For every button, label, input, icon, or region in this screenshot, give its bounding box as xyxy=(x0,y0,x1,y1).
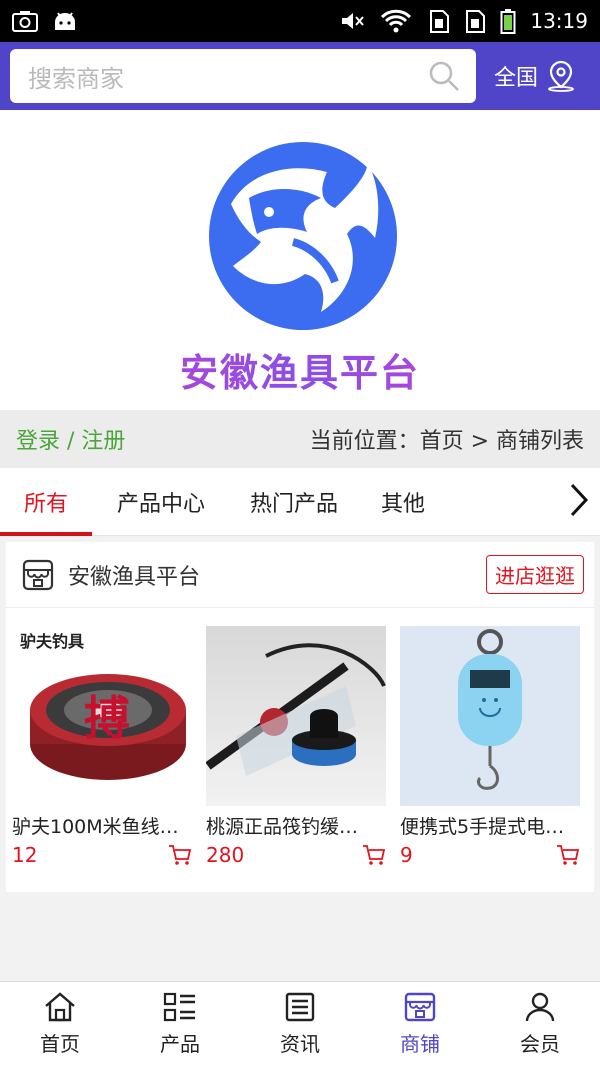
screenshot-icon xyxy=(12,11,38,32)
nav-news-label: 资讯 xyxy=(280,1032,320,1056)
breadcrumb-bar: 登录 / 注册 当前位置：首页 > 商铺列表 xyxy=(0,410,600,468)
brand-name: 安徽渔具平台 xyxy=(0,342,600,397)
product-item[interactable]: 便携式5手提式电… 9 xyxy=(400,626,580,867)
shop-header: 安徽渔具平台 进店逛逛 xyxy=(6,542,594,608)
breadcrumb: 当前位置：首页 > 商铺列表 xyxy=(309,429,584,454)
tab-other[interactable]: 其他 xyxy=(358,468,448,536)
sim2-icon xyxy=(466,10,486,33)
product-item[interactable]: 驴夫钓具 搏 驴夫100M米鱼线… 12 xyxy=(12,626,192,867)
bottom-nav: 首页 产品 资讯 商铺 会员 xyxy=(0,981,600,1067)
product-name[interactable]: 桃源正品筏钓缓… xyxy=(206,812,382,839)
nav-products[interactable]: 产品 xyxy=(120,982,240,1067)
search-input[interactable]: 搜索商家 xyxy=(10,49,476,103)
product-item[interactable]: 桃源正品筏钓缓… 280 xyxy=(206,626,386,867)
login-register-link[interactable]: 登录 / 注册 xyxy=(16,423,125,455)
grid-list-icon xyxy=(163,992,195,1022)
product-price: 9 xyxy=(400,843,413,867)
sim1-icon xyxy=(430,10,450,33)
fish-logo xyxy=(209,142,397,330)
product-price: 12 xyxy=(12,843,38,867)
product-price: 280 xyxy=(206,843,245,867)
news-icon xyxy=(285,992,315,1022)
nav-home-label: 首页 xyxy=(40,1032,80,1056)
region-selector[interactable]: 全国 xyxy=(494,60,576,92)
search-icon[interactable] xyxy=(428,60,460,92)
chevron-right-icon[interactable] xyxy=(568,482,590,518)
status-time: 13:19 xyxy=(530,9,588,33)
cart-icon[interactable] xyxy=(556,844,580,866)
cart-icon[interactable] xyxy=(168,844,192,866)
shop-card: 安徽渔具平台 进店逛逛 驴夫钓具 搏 驴夫100M米鱼线… 12 桃源正品筏钓缓… xyxy=(6,542,594,892)
product-image-fishing-line[interactable]: 驴夫钓具 搏 xyxy=(12,626,192,806)
nav-shops-label: 商铺 xyxy=(400,1032,440,1056)
product-list: 驴夫钓具 搏 驴夫100M米鱼线… 12 桃源正品筏钓缓… 280 便携式5手提… xyxy=(6,608,594,867)
search-placeholder: 搜索商家 xyxy=(28,64,124,93)
product-image-fishing-rod[interactable] xyxy=(206,626,386,806)
banner: 安徽渔具平台 xyxy=(0,110,600,410)
user-icon xyxy=(525,992,555,1022)
product-image-hanging-scale[interactable] xyxy=(400,626,580,806)
shop-name: 安徽渔具平台 xyxy=(68,564,201,590)
product-name[interactable]: 驴夫100M米鱼线… xyxy=(12,812,188,839)
category-tabs: 所有 产品中心 热门产品 其他 xyxy=(0,468,600,536)
android-icon xyxy=(55,12,75,30)
wifi-icon xyxy=(381,9,412,33)
store-icon xyxy=(22,559,54,590)
enter-shop-button[interactable]: 进店逛逛 xyxy=(486,555,584,594)
status-bar: 13:19 xyxy=(0,0,600,42)
product-name[interactable]: 便携式5手提式电… xyxy=(400,812,576,839)
battery-icon xyxy=(500,9,516,34)
tab-product-center[interactable]: 产品中心 xyxy=(92,468,230,536)
shop-icon xyxy=(404,992,436,1022)
nav-news[interactable]: 资讯 xyxy=(240,982,360,1067)
svg-text:搏: 搏 xyxy=(84,691,130,745)
nav-member-label: 会员 xyxy=(520,1032,560,1056)
nav-home[interactable]: 首页 xyxy=(0,982,120,1067)
cart-icon[interactable] xyxy=(362,844,386,866)
mute-icon xyxy=(342,13,365,29)
home-icon xyxy=(45,992,75,1022)
tab-hot-products[interactable]: 热门产品 xyxy=(230,468,358,536)
tab-all[interactable]: 所有 xyxy=(0,468,92,536)
region-label: 全国 xyxy=(494,66,539,91)
location-pin-icon xyxy=(548,60,574,92)
nav-shops[interactable]: 商铺 xyxy=(360,982,480,1067)
search-header: 搜索商家 全国 xyxy=(0,42,600,110)
nav-member[interactable]: 会员 xyxy=(480,982,600,1067)
nav-products-label: 产品 xyxy=(160,1032,200,1056)
